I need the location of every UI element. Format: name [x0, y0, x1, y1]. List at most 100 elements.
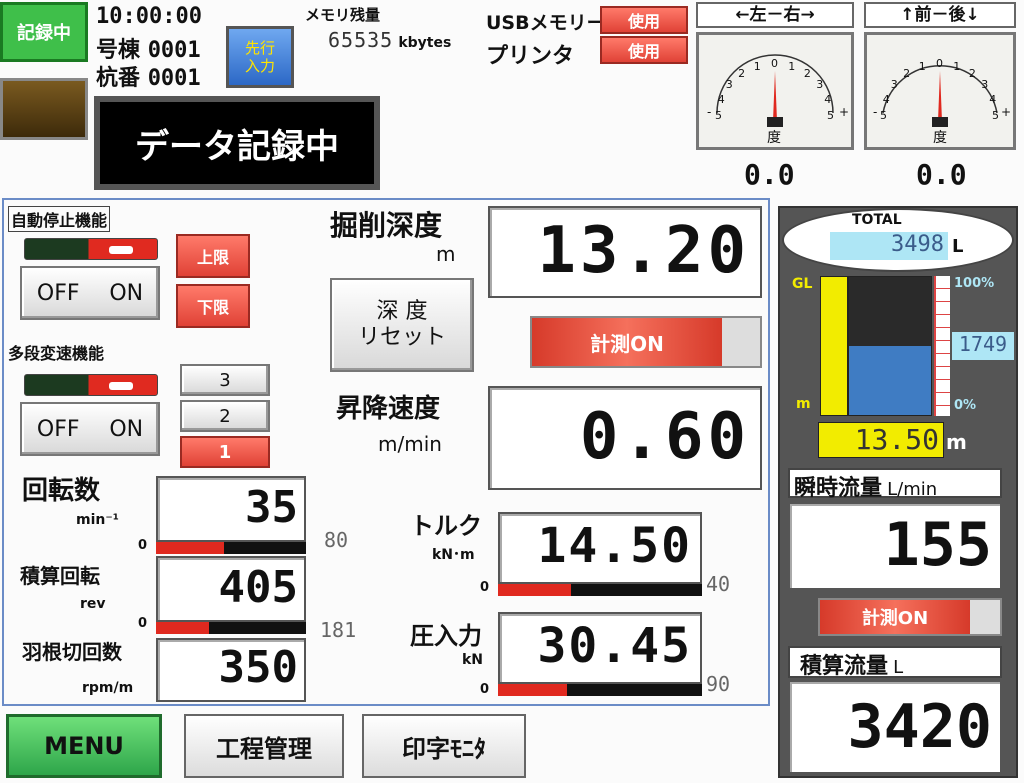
print-monitor-button[interactable]: 印字ﾓﾆﾀ	[362, 714, 526, 778]
tank-scale	[934, 276, 950, 416]
tilt-gauge-left-right: ←左－右→ 54321012345 - + 度 0.0	[696, 2, 854, 192]
printer-status-badge: 使用	[600, 36, 688, 64]
tank-level-fill	[849, 346, 931, 415]
speed-level-1-button[interactable]: 1	[180, 436, 270, 468]
cumulative-flow-header: 積算流量 L	[788, 646, 1002, 679]
depth-reset-button[interactable]: 深 度 リセット	[330, 278, 474, 372]
speed-label: 昇降速度	[336, 394, 441, 424]
gauge-minus: -	[707, 105, 712, 119]
gauge-value: 0.0	[744, 158, 795, 191]
tank-depth-value: 13.50	[854, 423, 939, 456]
speed-level-2-button[interactable]: 2	[180, 400, 270, 432]
pile-value: 0001	[147, 66, 201, 91]
torque-label: トルク	[410, 512, 482, 540]
gauge-tick-label: 1	[753, 59, 761, 73]
speed-value: 0.60	[579, 400, 750, 474]
auto-stop-off: OFF	[36, 280, 80, 306]
auto-stop-switch[interactable]: OFF ON	[20, 266, 160, 320]
memory-label: メモリ残量	[305, 6, 381, 24]
instant-flow-value: 155	[883, 510, 992, 580]
process-management-button[interactable]: 工程管理	[184, 714, 344, 778]
gauge-face: 54321012345 - + 度	[864, 32, 1016, 150]
gauge-tick-label: 2	[803, 66, 811, 80]
indicator-lamp	[0, 78, 88, 140]
gauge-face: 54321012345 - + 度	[696, 32, 854, 150]
gauge-tick-label: 2	[738, 66, 746, 80]
cumulative-rotation-label: 積算回転	[20, 564, 100, 588]
upper-limit-label: 上限	[196, 248, 229, 267]
rotation-display: 35	[156, 476, 306, 542]
lower-limit-label: 下限	[196, 298, 229, 317]
gauge-tick-label: 5	[827, 109, 834, 122]
torque-value: 14.50	[537, 518, 692, 574]
usb-status: 使用	[627, 12, 660, 31]
depth-measure-button[interactable]: 計測ON	[530, 316, 762, 368]
advance-input-label: 先行 入力	[244, 39, 275, 75]
speed-level-3-button[interactable]: 3	[180, 364, 270, 396]
printer-label: プリンタ	[486, 44, 575, 69]
total-value: 3498	[891, 232, 944, 257]
torque-max: 40	[706, 572, 731, 596]
flow-measure-button[interactable]: 計測ON	[818, 598, 1002, 636]
gauge-tick-label: 4	[717, 92, 725, 106]
advance-input-button[interactable]: 先行 入力	[226, 26, 294, 88]
tank-top-pct: 100%	[954, 276, 995, 291]
torque-bar	[498, 584, 702, 596]
status-banner-text: データ記録中	[135, 126, 339, 167]
gauge-tick-label: 0	[771, 57, 778, 70]
memory-readout: 65535 kbytes	[328, 28, 451, 52]
cumulative-flow-unit: L	[893, 657, 904, 678]
clock: 10:00:00	[96, 4, 202, 29]
speed-level-2-label: 2	[219, 405, 231, 427]
press-display: 30.45	[498, 612, 702, 684]
gauge-tick-label: 4	[882, 92, 890, 106]
gauge-unit: 度	[933, 130, 947, 146]
auto-stop-on: ON	[109, 280, 144, 306]
rotation-bar-fill	[156, 542, 224, 554]
menu-button[interactable]: MENU	[6, 714, 162, 778]
usb-status-badge: 使用	[600, 6, 688, 34]
instant-flow-display: 155	[788, 502, 1002, 590]
torque-bar-fill	[498, 584, 572, 596]
lower-limit-button[interactable]: 下限	[176, 284, 250, 328]
tank-level-value: 1749	[958, 332, 1008, 356]
gauge-tick-label: 5	[992, 109, 999, 122]
gauge-title: ↑前－後↓	[864, 2, 1016, 28]
flow-measure-label: 計測ON	[861, 608, 929, 629]
gauge-tick-label: 1	[788, 59, 796, 73]
speed-level-3-label: 3	[219, 369, 231, 391]
gauge-tick-label: 5	[715, 109, 722, 122]
rotation-label: 回転数	[22, 476, 101, 506]
total-label: TOTAL	[852, 212, 902, 228]
tank-m-label: m	[796, 396, 811, 412]
upper-limit-button[interactable]: 上限	[176, 234, 250, 278]
gauge-plus: +	[839, 105, 850, 119]
cumulative-rotation-max: 181	[320, 618, 357, 642]
recording-badge: 記録中	[0, 2, 88, 62]
cumulative-rotation-display: 405	[156, 556, 306, 622]
multi-speed-off: OFF	[36, 416, 80, 442]
rotation-value: 35	[245, 482, 298, 533]
cumulative-rotation-zero: 0	[138, 616, 148, 631]
multi-speed-switch[interactable]: OFF ON	[20, 402, 160, 456]
blade-cut-unit: rpm/m	[82, 680, 134, 696]
gauge-minus: -	[873, 105, 878, 119]
tank-depth-unit: m	[946, 430, 967, 454]
gauge-tick-label: 0	[936, 57, 943, 70]
recording-badge-label: 記録中	[17, 23, 71, 44]
speed-unit: m/min	[378, 432, 442, 456]
multi-speed-on: ON	[109, 416, 144, 442]
depth-label: 掘削深度	[330, 209, 443, 242]
press-bar	[498, 684, 702, 696]
cumulative-flow-label: 積算流量	[800, 654, 889, 679]
depth-display: 13.20	[488, 206, 762, 298]
depth-measure-label: 計測ON	[590, 331, 664, 356]
tank-gauge	[848, 276, 932, 416]
cumulative-flow-display: 3420	[788, 680, 1002, 774]
total-display: TOTAL 3498 L	[782, 208, 1014, 272]
rotation-bar	[156, 542, 306, 554]
instant-flow-unit: L/min	[887, 479, 938, 500]
press-zero: 0	[480, 682, 490, 697]
cumulative-rotation-bar-fill	[156, 622, 209, 634]
gauge-tick-label: 4	[989, 92, 997, 106]
